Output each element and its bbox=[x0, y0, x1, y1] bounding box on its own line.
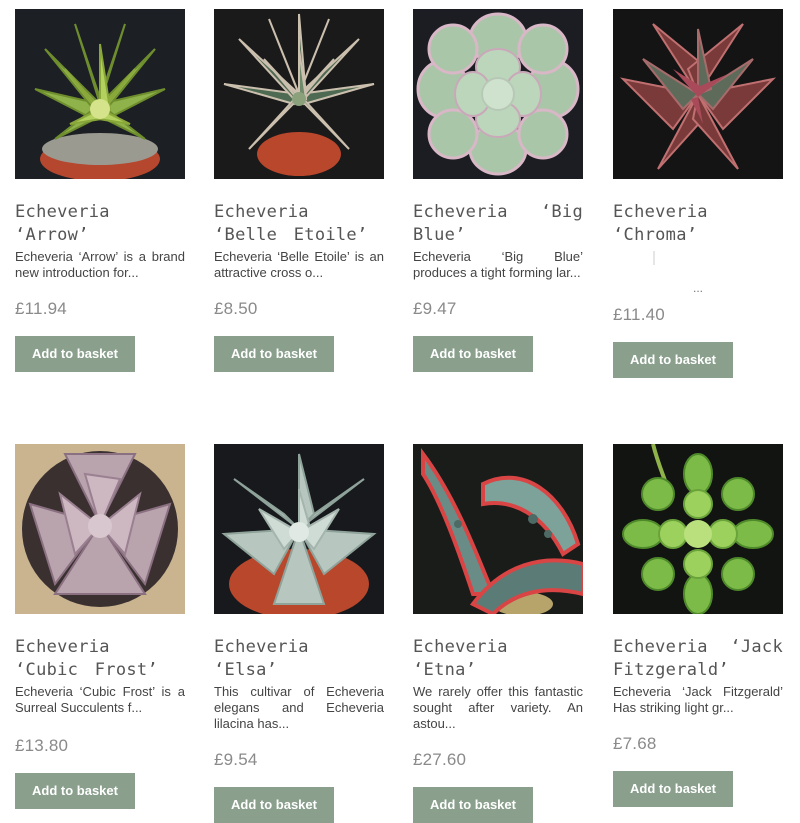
product-price: £9.54 bbox=[214, 750, 258, 769]
product-description: We rarely offer this fantastic sought af… bbox=[413, 684, 583, 731]
product-image[interactable] bbox=[15, 9, 185, 179]
product-price: £11.94 bbox=[15, 299, 67, 318]
product-description: Echeveria ‘Belle Etoile’ is an attractiv… bbox=[214, 249, 384, 280]
add-to-basket-button[interactable]: Add to basket bbox=[15, 336, 135, 372]
add-to-basket-button[interactable]: Add to basket bbox=[413, 336, 533, 372]
product-card: Echeveria ‘Jack Fitzgerald’ Echeveria ‘J… bbox=[613, 444, 783, 807]
product-card: Echeveria ‘Chroma’ ... £11.40 Add to bas… bbox=[613, 9, 783, 378]
add-to-basket-button[interactable]: Add to basket bbox=[214, 336, 334, 372]
product-price: £27.60 bbox=[413, 750, 467, 769]
product-price: £7.68 bbox=[613, 734, 657, 753]
product-description: Echeveria ‘Arrow’ is a brand new introdu… bbox=[15, 249, 185, 280]
product-card: Echeveria ‘Arrow’ Echeveria ‘Arrow’ is a… bbox=[15, 9, 185, 372]
product-title[interactable]: Echeveria ‘Cubic Frost’ bbox=[15, 636, 185, 682]
product-price: £9.47 bbox=[413, 299, 457, 318]
add-to-basket-button[interactable]: Add to basket bbox=[613, 771, 733, 807]
product-description: ... bbox=[613, 247, 783, 299]
product-card: Echeveria ‘Cubic Frost’ Echeveria ‘Cubic… bbox=[15, 444, 185, 809]
product-title[interactable]: Echeveria ‘Etna’ bbox=[413, 636, 583, 682]
product-description: Echeveria ‘Cubic Frost’ is a Surreal Suc… bbox=[15, 684, 185, 715]
add-to-basket-button[interactable]: Add to basket bbox=[214, 787, 334, 823]
product-title[interactable]: Echeveria ‘Big Blue’ bbox=[413, 201, 583, 247]
product-image[interactable] bbox=[214, 444, 384, 614]
product-card: Echeveria ‘Etna’ We rarely offer this fa… bbox=[413, 444, 583, 823]
description-placeholder bbox=[653, 251, 655, 265]
product-card: Echeveria ‘Elsa’ This cultivar of Echeve… bbox=[214, 444, 384, 823]
product-card: Echeveria ‘Big Blue’ Echeveria ‘Big Blue… bbox=[413, 9, 583, 372]
product-image[interactable] bbox=[613, 444, 783, 614]
product-image[interactable] bbox=[413, 444, 583, 614]
product-title[interactable]: Echeveria ‘Arrow’ bbox=[15, 201, 185, 247]
product-image[interactable] bbox=[413, 9, 583, 179]
product-price: £13.80 bbox=[15, 736, 69, 755]
product-title[interactable]: Echeveria ‘Jack Fitzgerald’ bbox=[613, 636, 783, 682]
product-title[interactable]: Echeveria ‘Elsa’ bbox=[214, 636, 384, 682]
product-price: £11.40 bbox=[613, 305, 665, 324]
product-description: Echeveria ‘Jack Fitzgerald’ Has striking… bbox=[613, 684, 783, 715]
add-to-basket-button[interactable]: Add to basket bbox=[15, 773, 135, 809]
product-description: Echeveria ‘Big Blue’ produces a tight fo… bbox=[413, 249, 583, 280]
product-price: £8.50 bbox=[214, 299, 258, 318]
product-card: Echeveria ‘Belle Etoile’ Echeveria ‘Bell… bbox=[214, 9, 384, 372]
product-image[interactable] bbox=[214, 9, 384, 179]
product-title[interactable]: Echeveria ‘Belle Etoile’ bbox=[214, 201, 384, 247]
product-description: This cultivar of Echeveria elegans and E… bbox=[214, 684, 384, 731]
product-image[interactable] bbox=[613, 9, 783, 179]
add-to-basket-button[interactable]: Add to basket bbox=[413, 787, 533, 823]
product-image[interactable] bbox=[15, 444, 185, 614]
product-title[interactable]: Echeveria ‘Chroma’ bbox=[613, 201, 783, 247]
add-to-basket-button[interactable]: Add to basket bbox=[613, 342, 733, 378]
